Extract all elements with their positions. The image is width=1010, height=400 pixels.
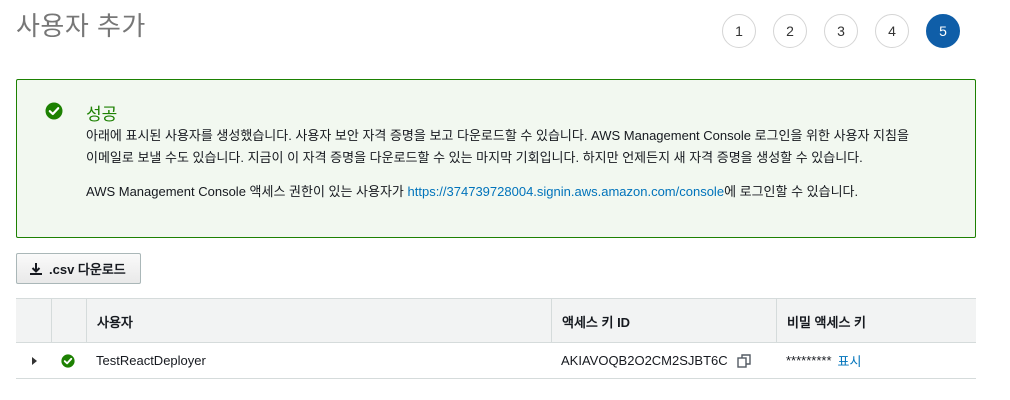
secret-key-cell: ********* 표시 <box>776 343 976 378</box>
expand-cell[interactable] <box>16 343 51 378</box>
table-row: TestReactDeployer AKIAVOQB2O2CM2SJBT6C *… <box>16 343 976 379</box>
add-user-page: 사용자 추가 1 2 3 4 5 성공 아래에 표시된 사용자를 생성했습니다.… <box>0 0 1010 400</box>
header-user: 사용자 <box>86 299 551 342</box>
step-1[interactable]: 1 <box>722 14 756 48</box>
header-expand-column <box>16 299 51 342</box>
status-cell <box>51 343 86 378</box>
success-icon <box>61 353 75 368</box>
header-secret-access-key: 비밀 액세스 키 <box>776 299 976 342</box>
step-2[interactable]: 2 <box>773 14 807 48</box>
download-csv-label: .csv 다운로드 <box>49 262 126 277</box>
success-alert: 성공 아래에 표시된 사용자를 생성했습니다. 사용자 보안 자격 증명을 보고… <box>16 79 976 238</box>
copy-icon[interactable] <box>736 353 752 369</box>
alert-body: 아래에 표시된 사용자를 생성했습니다. 사용자 보안 자격 증명을 보고 다운… <box>86 125 966 203</box>
alert-message-line1: 아래에 표시된 사용자를 생성했습니다. 사용자 보안 자격 증명을 보고 다운… <box>86 128 909 143</box>
show-secret-link[interactable]: 표시 <box>838 351 862 370</box>
console-prefix: AWS Management Console 액세스 권한이 있는 사용자가 <box>86 184 408 199</box>
access-key-cell: AKIAVOQB2O2CM2SJBT6C <box>551 343 776 378</box>
console-access-text: AWS Management Console 액세스 권한이 있는 사용자가 h… <box>86 181 966 203</box>
expand-arrow-icon[interactable] <box>32 356 37 365</box>
secret-key-masked: ********* <box>786 353 832 368</box>
table-header: 사용자 액세스 키 ID 비밀 액세스 키 <box>16 298 976 343</box>
step-3[interactable]: 3 <box>824 14 858 48</box>
header-status-column <box>51 299 86 342</box>
access-key-id: AKIAVOQB2O2CM2SJBT6C <box>561 353 728 368</box>
header-access-key-id: 액세스 키 ID <box>551 299 776 342</box>
console-url-link[interactable]: https://374739728004.signin.aws.amazon.c… <box>408 184 725 199</box>
download-csv-button[interactable]: .csv 다운로드 <box>16 253 141 284</box>
check-circle-icon <box>45 102 63 120</box>
step-4[interactable]: 4 <box>875 14 909 48</box>
credentials-table: 사용자 액세스 키 ID 비밀 액세스 키 TestReactDeployer … <box>16 298 976 379</box>
download-icon <box>30 262 42 275</box>
step-5-active[interactable]: 5 <box>926 14 960 48</box>
wizard-steps: 1 2 3 4 5 <box>722 14 960 48</box>
console-suffix: 에 로그인할 수 있습니다. <box>724 184 859 199</box>
user-name-cell: TestReactDeployer <box>96 353 206 368</box>
alert-title: 성공 <box>86 105 118 124</box>
alert-message-line2: 이메일로 보낼 수도 있습니다. 지금이 이 자격 증명을 다운로드할 수 있는… <box>86 150 863 165</box>
page-title: 사용자 추가 <box>16 11 146 41</box>
